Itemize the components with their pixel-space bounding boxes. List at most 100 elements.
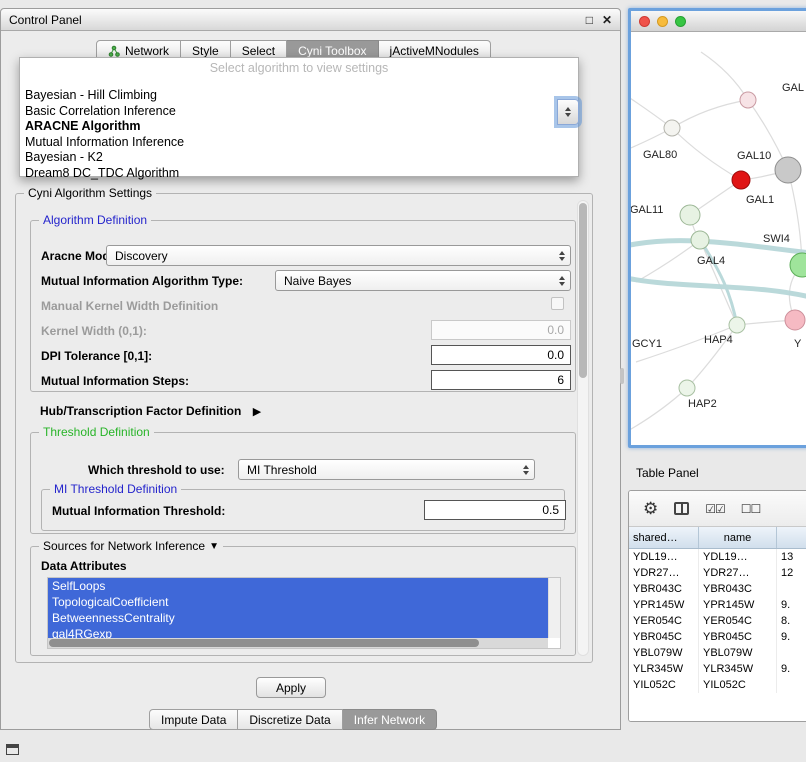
kernel-width-label: Kernel Width (0,1): [41, 324, 147, 338]
mi-type-value: Naive Bayes [284, 274, 351, 288]
mi-threshold-field[interactable] [424, 500, 566, 520]
select-all-icon[interactable]: ☑☑ [705, 502, 725, 516]
close-traffic-light-icon[interactable] [639, 16, 650, 27]
combo-stepper-icon [559, 276, 565, 286]
table-cell: YBL079W [699, 645, 777, 661]
mi-threshold-group: MI Threshold Definition Mutual Informati… [41, 489, 565, 531]
restore-panel-icon[interactable] [6, 744, 19, 755]
control-panel-titlebar[interactable]: Control Panel □ ✕ [1, 9, 620, 31]
tab-infer-network[interactable]: Infer Network [343, 709, 437, 730]
table-cell: YBR045C [699, 629, 777, 645]
table-cell: YBL079W [629, 645, 699, 661]
mi-steps-label: Mutual Information Steps: [41, 374, 189, 388]
gear-icon[interactable]: ⚙ [643, 499, 658, 519]
node-label: GAL4 [697, 255, 725, 267]
settings-scrollbar-thumb[interactable] [579, 203, 587, 378]
network-window-titlebar[interactable] [631, 11, 806, 32]
column-selector-icon[interactable] [674, 502, 689, 515]
which-threshold-select[interactable]: MI Threshold [238, 459, 535, 480]
float-window-icon[interactable]: □ [586, 13, 593, 27]
network-node-hap4 [729, 317, 745, 333]
list-vertical-scrollbar[interactable] [548, 578, 560, 638]
table-row[interactable]: YPR145W YPR145W 9. [629, 597, 806, 613]
table-cell: YBR043C [629, 581, 699, 597]
column-header-partial[interactable] [777, 527, 806, 548]
mi-steps-field[interactable] [431, 370, 571, 390]
settings-legend: Cyni Algorithm Settings [24, 186, 156, 200]
application-stage: Control Panel □ ✕ Network Style Select [0, 0, 806, 762]
sources-legend-label: Sources for Network Inference [43, 539, 205, 553]
mi-type-select[interactable]: Naive Bayes [275, 270, 571, 291]
chevron-down-icon: ▼ [209, 541, 219, 552]
network-node-gal10 [732, 171, 750, 189]
column-header-shared-name[interactable]: shared… [629, 527, 699, 548]
zoom-traffic-light-icon[interactable] [675, 16, 686, 27]
column-header-name[interactable]: name [699, 527, 777, 548]
table-row[interactable]: YER054C YER054C 8. [629, 613, 806, 629]
table-row[interactable]: YBR043C YBR043C [629, 581, 806, 597]
algorithm-option[interactable]: Bayesian - Hill Climbing [20, 88, 578, 104]
tab-discretize-data[interactable]: Discretize Data [238, 709, 342, 730]
algorithm-option[interactable]: Basic Correlation Inference [20, 104, 578, 120]
settings-scrollbar[interactable] [577, 200, 589, 656]
node-label: HAP2 [688, 398, 717, 410]
combo-stepper-icon [559, 251, 565, 261]
deselect-all-icon[interactable]: ☐☐ [741, 502, 761, 516]
table-cell: YIL052C [629, 677, 699, 693]
algorithm-option[interactable]: Mutual Information Inference [20, 135, 578, 151]
node-label: GAL1 [746, 194, 774, 206]
table-row[interactable]: YBL079W YBL079W [629, 645, 806, 661]
list-item[interactable]: SelfLoops [48, 578, 548, 594]
network-icon [108, 45, 120, 57]
table-cell: YBR045C [629, 629, 699, 645]
dpi-tolerance-field[interactable] [431, 345, 571, 365]
algorithm-option-selected[interactable]: ARACNE Algorithm [20, 119, 578, 135]
algorithm-option[interactable]: Dream8 DC_TDC Algorithm [20, 166, 578, 182]
table-row[interactable]: YIL052C YIL052C [629, 677, 806, 693]
combo-stepper-icon [565, 107, 571, 117]
table-row[interactable]: YBR045C YBR045C 9. [629, 629, 806, 645]
algorithm-placeholder: Select algorithm to view settings [20, 61, 578, 77]
aracne-mode-select[interactable]: Discovery [106, 245, 571, 266]
table-cell: YIL052C [699, 677, 777, 693]
tab-network-label: Network [125, 44, 169, 58]
list-item[interactable]: BetweennessCentrality [48, 610, 548, 626]
table-header: shared… name [629, 527, 806, 549]
table-panel-window: ⚙ ☑☑ ☐☐ shared… name YDL19… YDL19… 13 YD… [628, 490, 806, 722]
hub-section-label: Hub/Transcription Factor Definition [40, 404, 241, 418]
tab-jactivemnodules-label: jActiveMNodules [390, 44, 479, 58]
network-canvas[interactable]: GAL GAL80 GAL10 GAL11 GAL1 SWI4 GAL4 GCY… [631, 32, 806, 445]
list-horizontal-scrollbar[interactable] [48, 638, 548, 648]
combo-stepper-icon [523, 465, 529, 475]
algorithm-combobox-button[interactable] [557, 99, 579, 125]
network-node-hap2 [679, 380, 695, 396]
table-cell: 9. [777, 597, 806, 613]
apply-button[interactable]: Apply [256, 677, 326, 698]
table-row[interactable]: YDL19… YDL19… 13 [629, 549, 806, 565]
dpi-tolerance-label: DPI Tolerance [0,1]: [41, 349, 152, 363]
list-item[interactable]: TopologicalCoefficient [48, 594, 548, 610]
minimize-traffic-light-icon[interactable] [657, 16, 668, 27]
table-cell: YLR345W [699, 661, 777, 677]
node-label: GAL11 [631, 204, 663, 216]
split-pane-handle[interactable] [620, 368, 624, 384]
list-horizontal-scrollbar-thumb[interactable] [49, 639, 479, 647]
node-label: GCY1 [632, 338, 662, 350]
algorithm-option[interactable]: Bayesian - K2 [20, 150, 578, 166]
network-node-swi4 [790, 253, 806, 277]
table-row[interactable]: YLR345W YLR345W 9. [629, 661, 806, 677]
aracne-mode-value: Discovery [115, 249, 168, 263]
table-row[interactable]: YDR27… YDR27… 12 [629, 565, 806, 581]
manual-kernel-checkbox[interactable] [551, 297, 564, 310]
hub-section-toggle[interactable]: Hub/Transcription Factor Definition ▶ [40, 404, 261, 418]
sources-legend[interactable]: Sources for Network Inference ▼ [39, 539, 223, 553]
data-attributes-list[interactable]: SelfLoops TopologicalCoefficient Between… [47, 577, 561, 649]
node-label: HAP4 [704, 334, 733, 346]
tab-impute-data[interactable]: Impute Data [149, 709, 238, 730]
table-cell: YDL19… [699, 549, 777, 565]
kernel-width-field[interactable] [431, 320, 571, 340]
table-body: YDL19… YDL19… 13 YDR27… YDR27… 12 YBR043… [629, 549, 806, 721]
table-cell: YDR27… [699, 565, 777, 581]
threshold-definition-group: Threshold Definition Which threshold to … [30, 432, 576, 534]
close-icon[interactable]: ✕ [602, 13, 612, 27]
